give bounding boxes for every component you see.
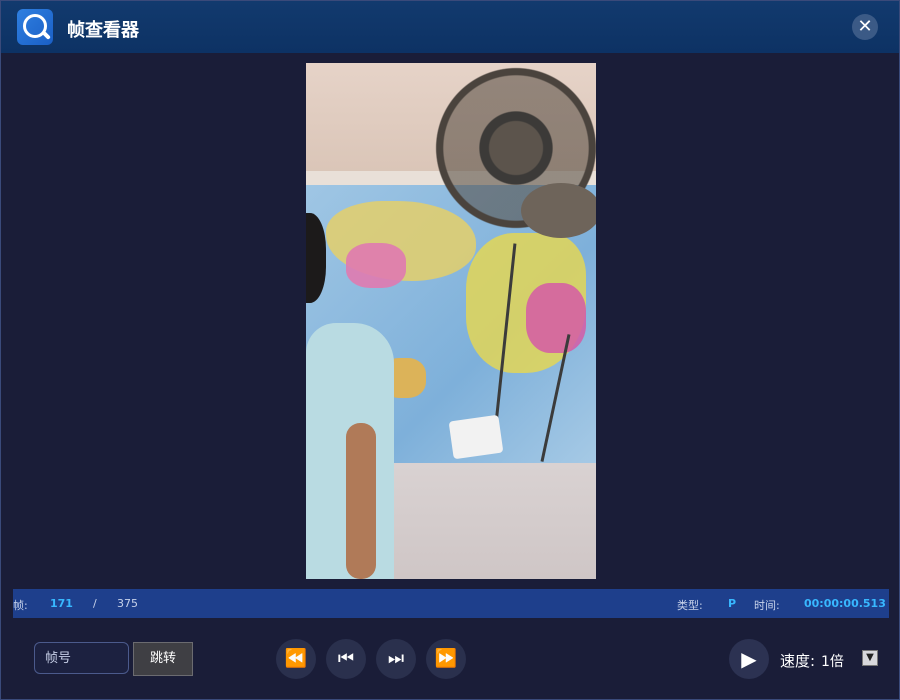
next-frame-button[interactable]: ⏭ <box>376 639 416 679</box>
frame-info-bar: 帧: 171 / 375 类型: P 时间: 00:00:00.513 <box>13 589 889 618</box>
play-button[interactable]: ▶ <box>729 639 769 679</box>
fast-forward-icon: ⏩ <box>434 648 458 669</box>
jump-button[interactable]: 跳转 <box>133 642 193 676</box>
time-value: 00:00:00.513 <box>804 597 886 610</box>
speed-value: 1倍 <box>821 654 844 670</box>
fast-backward-icon: ⏪ <box>284 648 308 669</box>
frame-total: 375 <box>117 597 138 610</box>
close-icon: ✕ <box>857 16 873 37</box>
frame-viewer-window: 帧查看器 ✕ 帧: 171 / 375 类型: P 时间: 00:00:00.5… <box>0 0 900 700</box>
video-frame-display <box>306 63 596 579</box>
type-value: P <box>728 597 737 610</box>
chevron-down-icon[interactable]: ▼ <box>862 650 878 666</box>
frame-label: 帧: <box>13 599 28 612</box>
rewind-button[interactable]: ⏪ <box>276 639 316 679</box>
step-backward-icon: ⏮ <box>337 648 355 669</box>
frame-separator: / <box>93 597 97 610</box>
window-title: 帧查看器 <box>67 20 139 41</box>
type-label: 类型: <box>677 599 703 612</box>
previous-frame-button[interactable]: ⏮ <box>326 639 366 679</box>
app-logo-icon <box>17 9 53 45</box>
frame-number-input[interactable] <box>34 642 129 674</box>
speed-select[interactable]: 1倍 ▼ <box>818 647 878 671</box>
frame-current: 171 <box>50 597 73 610</box>
title-bar: 帧查看器 ✕ <box>1 1 899 53</box>
fast-forward-button[interactable]: ⏩ <box>426 639 466 679</box>
time-label: 时间: <box>754 599 780 612</box>
speed-label: 速度: <box>780 652 816 670</box>
step-forward-icon: ⏭ <box>387 648 405 669</box>
close-button[interactable]: ✕ <box>852 14 878 40</box>
play-icon: ▶ <box>741 647 757 671</box>
